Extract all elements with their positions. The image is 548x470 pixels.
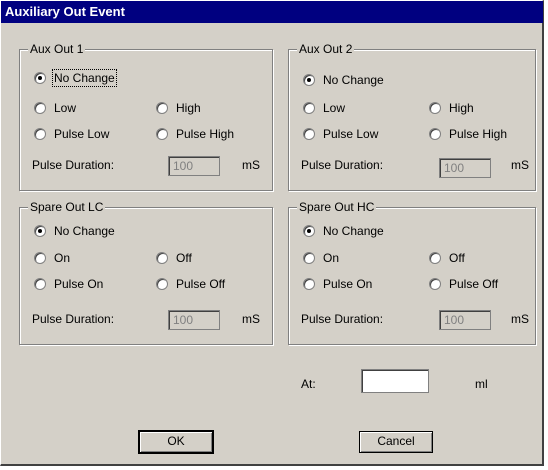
ok-button[interactable]: OK: [138, 430, 214, 454]
radio-high[interactable]: High: [156, 100, 201, 116]
radio-checked-icon: [34, 225, 46, 237]
radio-no-change[interactable]: No Change: [34, 223, 115, 239]
radio-icon: [429, 128, 441, 140]
radio-icon: [156, 252, 168, 264]
radio-off[interactable]: Off: [429, 250, 465, 266]
radio-icon: [156, 102, 168, 114]
radio-icon: [429, 102, 441, 114]
radio-icon: [156, 278, 168, 290]
at-input[interactable]: [361, 369, 429, 393]
radio-pulse-on[interactable]: Pulse On: [303, 276, 372, 292]
pulse-duration-input[interactable]: 100: [168, 310, 220, 330]
pulse-duration-label: Pulse Duration:: [32, 312, 115, 326]
radio-on[interactable]: On: [303, 250, 339, 266]
cancel-button[interactable]: Cancel: [359, 431, 433, 453]
group-spare-out-hc: Spare Out HC No Change On Off Pulse On P…: [288, 200, 536, 345]
group-aux-out-2: Aux Out 2 No Change Low High Pulse Low P…: [288, 42, 536, 191]
radio-on[interactable]: On: [34, 250, 70, 266]
radio-pulse-high[interactable]: Pulse High: [156, 126, 234, 142]
radio-no-change[interactable]: No Change: [303, 223, 384, 239]
radio-icon: [303, 102, 315, 114]
radio-low[interactable]: Low: [34, 100, 76, 116]
group-spare-out-lc: Spare Out LC No Change On Off Pulse On P…: [19, 200, 273, 345]
radio-low[interactable]: Low: [303, 100, 345, 116]
group-title: Aux Out 2: [297, 42, 355, 56]
radio-checked-icon: [303, 225, 315, 237]
at-unit: ml: [475, 377, 488, 391]
pulse-duration-label: Pulse Duration:: [301, 158, 384, 172]
pulse-unit: mS: [511, 312, 529, 326]
pulse-duration-input[interactable]: 100: [439, 158, 491, 178]
radio-pulse-off[interactable]: Pulse Off: [156, 276, 225, 292]
pulse-unit: mS: [242, 158, 260, 172]
group-title: Spare Out HC: [297, 200, 377, 214]
auxiliary-out-event-dialog: Auxiliary Out Event Aux Out 1 No Change …: [0, 0, 544, 466]
radio-icon: [303, 278, 315, 290]
group-title: Spare Out LC: [28, 200, 106, 214]
radio-pulse-low[interactable]: Pulse Low: [34, 126, 109, 142]
radio-icon: [34, 278, 46, 290]
window-title: Auxiliary Out Event: [1, 1, 543, 23]
radio-off[interactable]: Off: [156, 250, 192, 266]
group-title: Aux Out 1: [28, 42, 86, 56]
radio-no-change[interactable]: No Change: [303, 72, 384, 88]
radio-icon: [303, 128, 315, 140]
radio-icon: [34, 128, 46, 140]
radio-icon: [34, 102, 46, 114]
radio-checked-icon: [34, 72, 46, 84]
radio-pulse-on[interactable]: Pulse On: [34, 276, 103, 292]
radio-no-change[interactable]: No Change: [34, 69, 117, 87]
radio-checked-icon: [303, 74, 315, 86]
radio-icon: [429, 252, 441, 264]
pulse-duration-label: Pulse Duration:: [301, 312, 384, 326]
pulse-duration-input[interactable]: 100: [168, 156, 220, 176]
radio-icon: [429, 278, 441, 290]
at-label: At:: [301, 377, 316, 391]
radio-icon: [156, 128, 168, 140]
radio-icon: [303, 252, 315, 264]
radio-pulse-high[interactable]: Pulse High: [429, 126, 507, 142]
radio-high[interactable]: High: [429, 100, 474, 116]
pulse-unit: mS: [511, 158, 529, 172]
pulse-unit: mS: [242, 312, 260, 326]
pulse-duration-input[interactable]: 100: [439, 310, 491, 330]
radio-icon: [34, 252, 46, 264]
radio-pulse-low[interactable]: Pulse Low: [303, 126, 378, 142]
group-aux-out-1: Aux Out 1 No Change Low High Pulse Low P…: [19, 42, 273, 191]
pulse-duration-label: Pulse Duration:: [32, 158, 115, 172]
radio-pulse-off[interactable]: Pulse Off: [429, 276, 498, 292]
